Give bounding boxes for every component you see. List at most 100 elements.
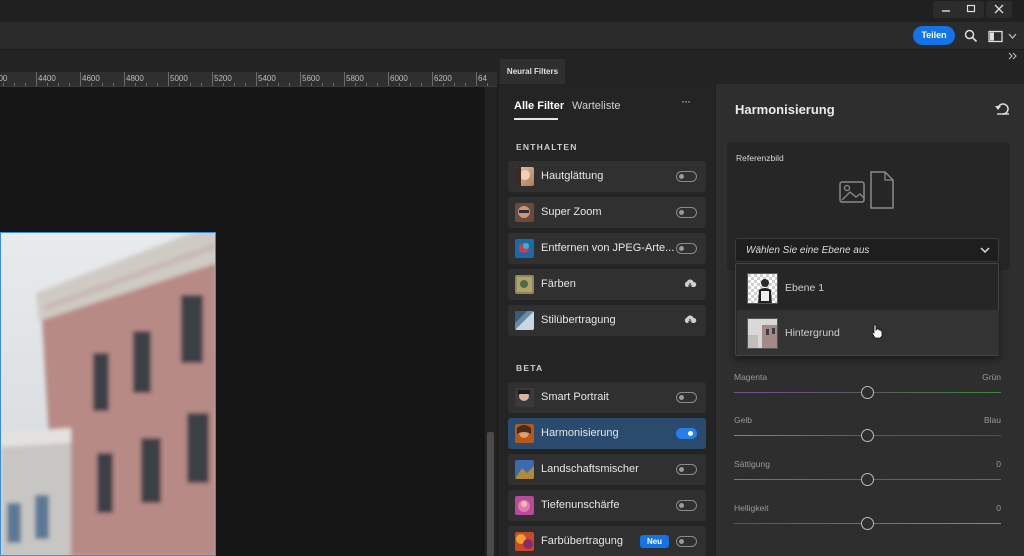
- filter-label: Harmonisierung: [541, 427, 619, 439]
- ruler-tick-label: 4800: [126, 74, 144, 83]
- landscape-mixer-thumbnail: [515, 460, 534, 479]
- filter-item-super-zoom[interactable]: Super Zoom: [508, 197, 706, 228]
- image-placeholder-icon[interactable]: [838, 170, 900, 210]
- ruler-tick-label: 5800: [346, 74, 364, 83]
- ruler-tick-label: 5000: [170, 74, 188, 83]
- ruler-tick-label: 64: [478, 74, 487, 83]
- options-bar: Teilen: [0, 22, 1024, 50]
- ruler-tick: [388, 72, 389, 86]
- chevron-down-icon[interactable]: [1008, 33, 1017, 40]
- filter-label: Smart Portrait: [541, 391, 609, 403]
- search-icon[interactable]: [964, 29, 978, 43]
- tab-all-filters[interactable]: Alle Filter: [514, 100, 564, 112]
- chevron-down-icon: [980, 247, 990, 254]
- collapse-panels-icon[interactable]: [1008, 52, 1018, 60]
- filter-item-smart-portrait[interactable]: Smart Portrait: [508, 382, 706, 413]
- filter-label: Färben: [541, 278, 576, 290]
- slider-left-label: Gelb: [734, 415, 752, 425]
- section-title-included: ENTHALTEN: [516, 142, 578, 152]
- layer-select-dropdown[interactable]: Wählen Sie eine Ebene aus: [735, 238, 999, 262]
- canvas-image: [0, 232, 216, 556]
- ruler-tick-label: 4600: [82, 74, 100, 83]
- ruler-tick: [432, 72, 433, 86]
- layer-1-thumbnail: [747, 273, 778, 304]
- more-options-icon[interactable]: ···: [681, 94, 691, 108]
- option-label: Hintergrund: [785, 327, 840, 339]
- ruler-tick: [344, 72, 345, 86]
- harmonization-toggle[interactable]: [676, 428, 697, 439]
- super-zoom-thumbnail: [515, 203, 534, 222]
- landscape-mixer-toggle[interactable]: [676, 464, 697, 475]
- filter-label: Hautglättung: [541, 170, 604, 182]
- ruler-tick-label: 5400: [258, 74, 276, 83]
- slider-handle[interactable]: [861, 473, 874, 486]
- maximize-button[interactable]: [958, 1, 984, 18]
- filter-item-style-transfer[interactable]: Stilübertragung: [508, 305, 706, 336]
- filter-label: Entfernen von JPEG-Arte...: [541, 242, 675, 254]
- jpeg-artifacts-toggle[interactable]: [676, 243, 697, 254]
- section-title-beta: BETA: [516, 363, 544, 373]
- close-button[interactable]: [986, 1, 1012, 18]
- filter-item-depth-blur[interactable]: Tiefenunschärfe: [508, 490, 706, 521]
- background-thumbnail: [747, 318, 778, 349]
- color-transfer-toggle[interactable]: [676, 536, 697, 547]
- style-transfer-thumbnail: [515, 311, 534, 330]
- slider-handle[interactable]: [861, 517, 874, 530]
- workspace-layout-icon[interactable]: [988, 30, 1004, 43]
- ruler-tick: [168, 72, 169, 86]
- option-label: Ebene 1: [785, 282, 825, 294]
- title-bar: [0, 0, 1024, 22]
- ruler-tick-label: 6000: [390, 74, 408, 83]
- harmonization-thumbnail: [515, 424, 534, 443]
- tab-neural-filters[interactable]: Neural Filters: [500, 59, 565, 84]
- saturation-slider[interactable]: Sättigung 0: [734, 459, 1001, 499]
- active-tab-underline: [514, 118, 558, 120]
- neural-filters-list-panel: Alle Filter Warteliste ··· ENTHALTEN Hau…: [498, 84, 715, 556]
- depth-blur-thumbnail: [515, 496, 534, 515]
- brightness-slider[interactable]: Helligkeit 0: [734, 503, 1001, 543]
- ruler-tick: [36, 72, 37, 86]
- cloud-download-icon[interactable]: [683, 314, 697, 326]
- close-icon: [994, 4, 1004, 14]
- cloud-download-icon[interactable]: [683, 278, 697, 290]
- ruler-tick: [476, 72, 477, 86]
- share-button[interactable]: Teilen: [913, 26, 955, 45]
- tab-waitlist[interactable]: Warteliste: [572, 100, 621, 112]
- ruler-tick: [80, 72, 81, 86]
- filter-item-colorize[interactable]: Färben: [508, 269, 706, 300]
- yellow-blue-slider[interactable]: Gelb Blau: [734, 415, 1001, 455]
- menu-option-layer-1[interactable]: Ebene 1: [737, 265, 999, 310]
- filter-item-skin-smoothing[interactable]: Hautglättung: [508, 161, 706, 192]
- hand-cursor-icon: [871, 324, 883, 339]
- minimize-button[interactable]: [933, 1, 959, 18]
- filter-item-landscape-mixer[interactable]: Landschaftsmischer: [508, 454, 706, 485]
- colorize-thumbnail: [515, 275, 534, 294]
- slider-left-label: Helligkeit: [734, 503, 769, 513]
- smart-portrait-thumbnail: [515, 388, 534, 407]
- slider-right-label: Grün: [982, 372, 1001, 382]
- skin-smoothing-toggle[interactable]: [676, 171, 697, 182]
- filter-title: Harmonisierung: [735, 102, 835, 117]
- slider-handle[interactable]: [861, 386, 874, 399]
- scrollbar-thumb[interactable]: [487, 432, 494, 556]
- reset-icon[interactable]: [995, 101, 1011, 115]
- new-badge: Neu: [640, 535, 669, 548]
- filter-item-jpeg-artifacts[interactable]: Entfernen von JPEG-Arte...: [508, 233, 706, 264]
- filter-label: Tiefenunschärfe: [541, 499, 620, 511]
- filter-item-color-transfer[interactable]: Farbübertragung Neu: [508, 526, 706, 556]
- super-zoom-toggle[interactable]: [676, 207, 697, 218]
- slider-value: 0: [996, 503, 1001, 513]
- slider-handle[interactable]: [861, 429, 874, 442]
- slider-left-label: Magenta: [734, 372, 768, 382]
- menu-option-background[interactable]: Hintergrund: [737, 310, 999, 355]
- filter-item-harmonization[interactable]: Harmonisierung: [508, 418, 706, 449]
- jpeg-artifacts-thumbnail: [515, 239, 534, 258]
- magenta-green-slider[interactable]: Magenta Grün: [734, 372, 1001, 412]
- slider-left-label: Sättigung: [734, 459, 770, 469]
- filter-label: Farbübertragung: [541, 535, 623, 547]
- ruler-tick: [124, 72, 125, 86]
- depth-blur-toggle[interactable]: [676, 500, 697, 511]
- smart-portrait-toggle[interactable]: [676, 392, 697, 403]
- maximize-icon: [966, 4, 976, 13]
- ruler-tick: [300, 72, 301, 86]
